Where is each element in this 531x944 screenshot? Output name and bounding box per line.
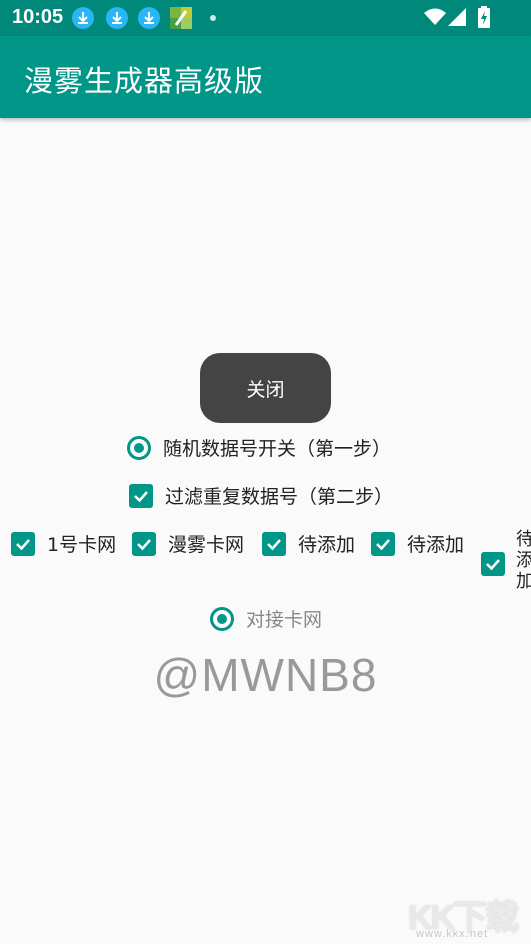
dock-network-radio[interactable]: 对接卡网 (210, 605, 322, 632)
radio-checked-icon[interactable] (210, 606, 234, 631)
author-handle: @MWNB8 (153, 649, 378, 701)
checkbox-checked-icon[interactable] (132, 531, 156, 556)
status-bar: 10:05 (0, 0, 531, 36)
wifi-icon (424, 8, 446, 30)
network-checkbox-4[interactable]: 待添加 (371, 530, 464, 557)
download-icon (138, 7, 160, 29)
network-checkbox-2[interactable]: 漫雾卡网 (132, 530, 244, 557)
network-checkbox-3[interactable]: 待添加 (262, 530, 355, 557)
watermark-url: www.kkx.net (416, 928, 489, 940)
filter-duplicates-label: 过滤重复数据号（第二步） (165, 486, 394, 508)
network-label: 漫雾卡网 (168, 534, 245, 556)
checkbox-checked-icon[interactable] (11, 531, 35, 556)
dock-network-label: 对接卡网 (246, 609, 323, 631)
app-bar: 漫雾生成器高级版 (0, 36, 531, 118)
checkbox-checked-icon[interactable] (129, 483, 153, 508)
filter-duplicates-checkbox[interactable]: 过滤重复数据号（第二步） (129, 482, 393, 509)
download-icon (106, 7, 128, 29)
download-icon (72, 7, 94, 29)
network-label-5: 待添加 (516, 529, 531, 592)
signal-icon (448, 8, 466, 30)
random-switch-radio[interactable]: 随机数据号开关（第一步） (127, 434, 391, 461)
checkbox-checked-icon[interactable] (262, 531, 286, 556)
toast-message: 关闭 (200, 353, 331, 423)
network-checkbox-5[interactable] (481, 552, 505, 576)
battery-charging-icon (478, 6, 490, 32)
network-label: 待添加 (298, 534, 356, 556)
watermark-logo: KK下载 www.kkx.net (408, 890, 528, 940)
checkbox-checked-icon[interactable] (371, 531, 395, 556)
random-switch-label: 随机数据号开关（第一步） (163, 438, 392, 460)
network-label: 待添加 (407, 534, 465, 556)
status-time: 10:05 (12, 6, 64, 28)
app-notification-icon (170, 7, 192, 29)
network-label: 1号卡网 (47, 534, 117, 556)
app-title: 漫雾生成器高级版 (24, 64, 265, 98)
network-checkbox-1[interactable]: 1号卡网 (11, 530, 116, 557)
radio-checked-icon[interactable] (127, 435, 151, 460)
toast-text: 关闭 (246, 378, 285, 401)
dot-icon (210, 15, 216, 21)
